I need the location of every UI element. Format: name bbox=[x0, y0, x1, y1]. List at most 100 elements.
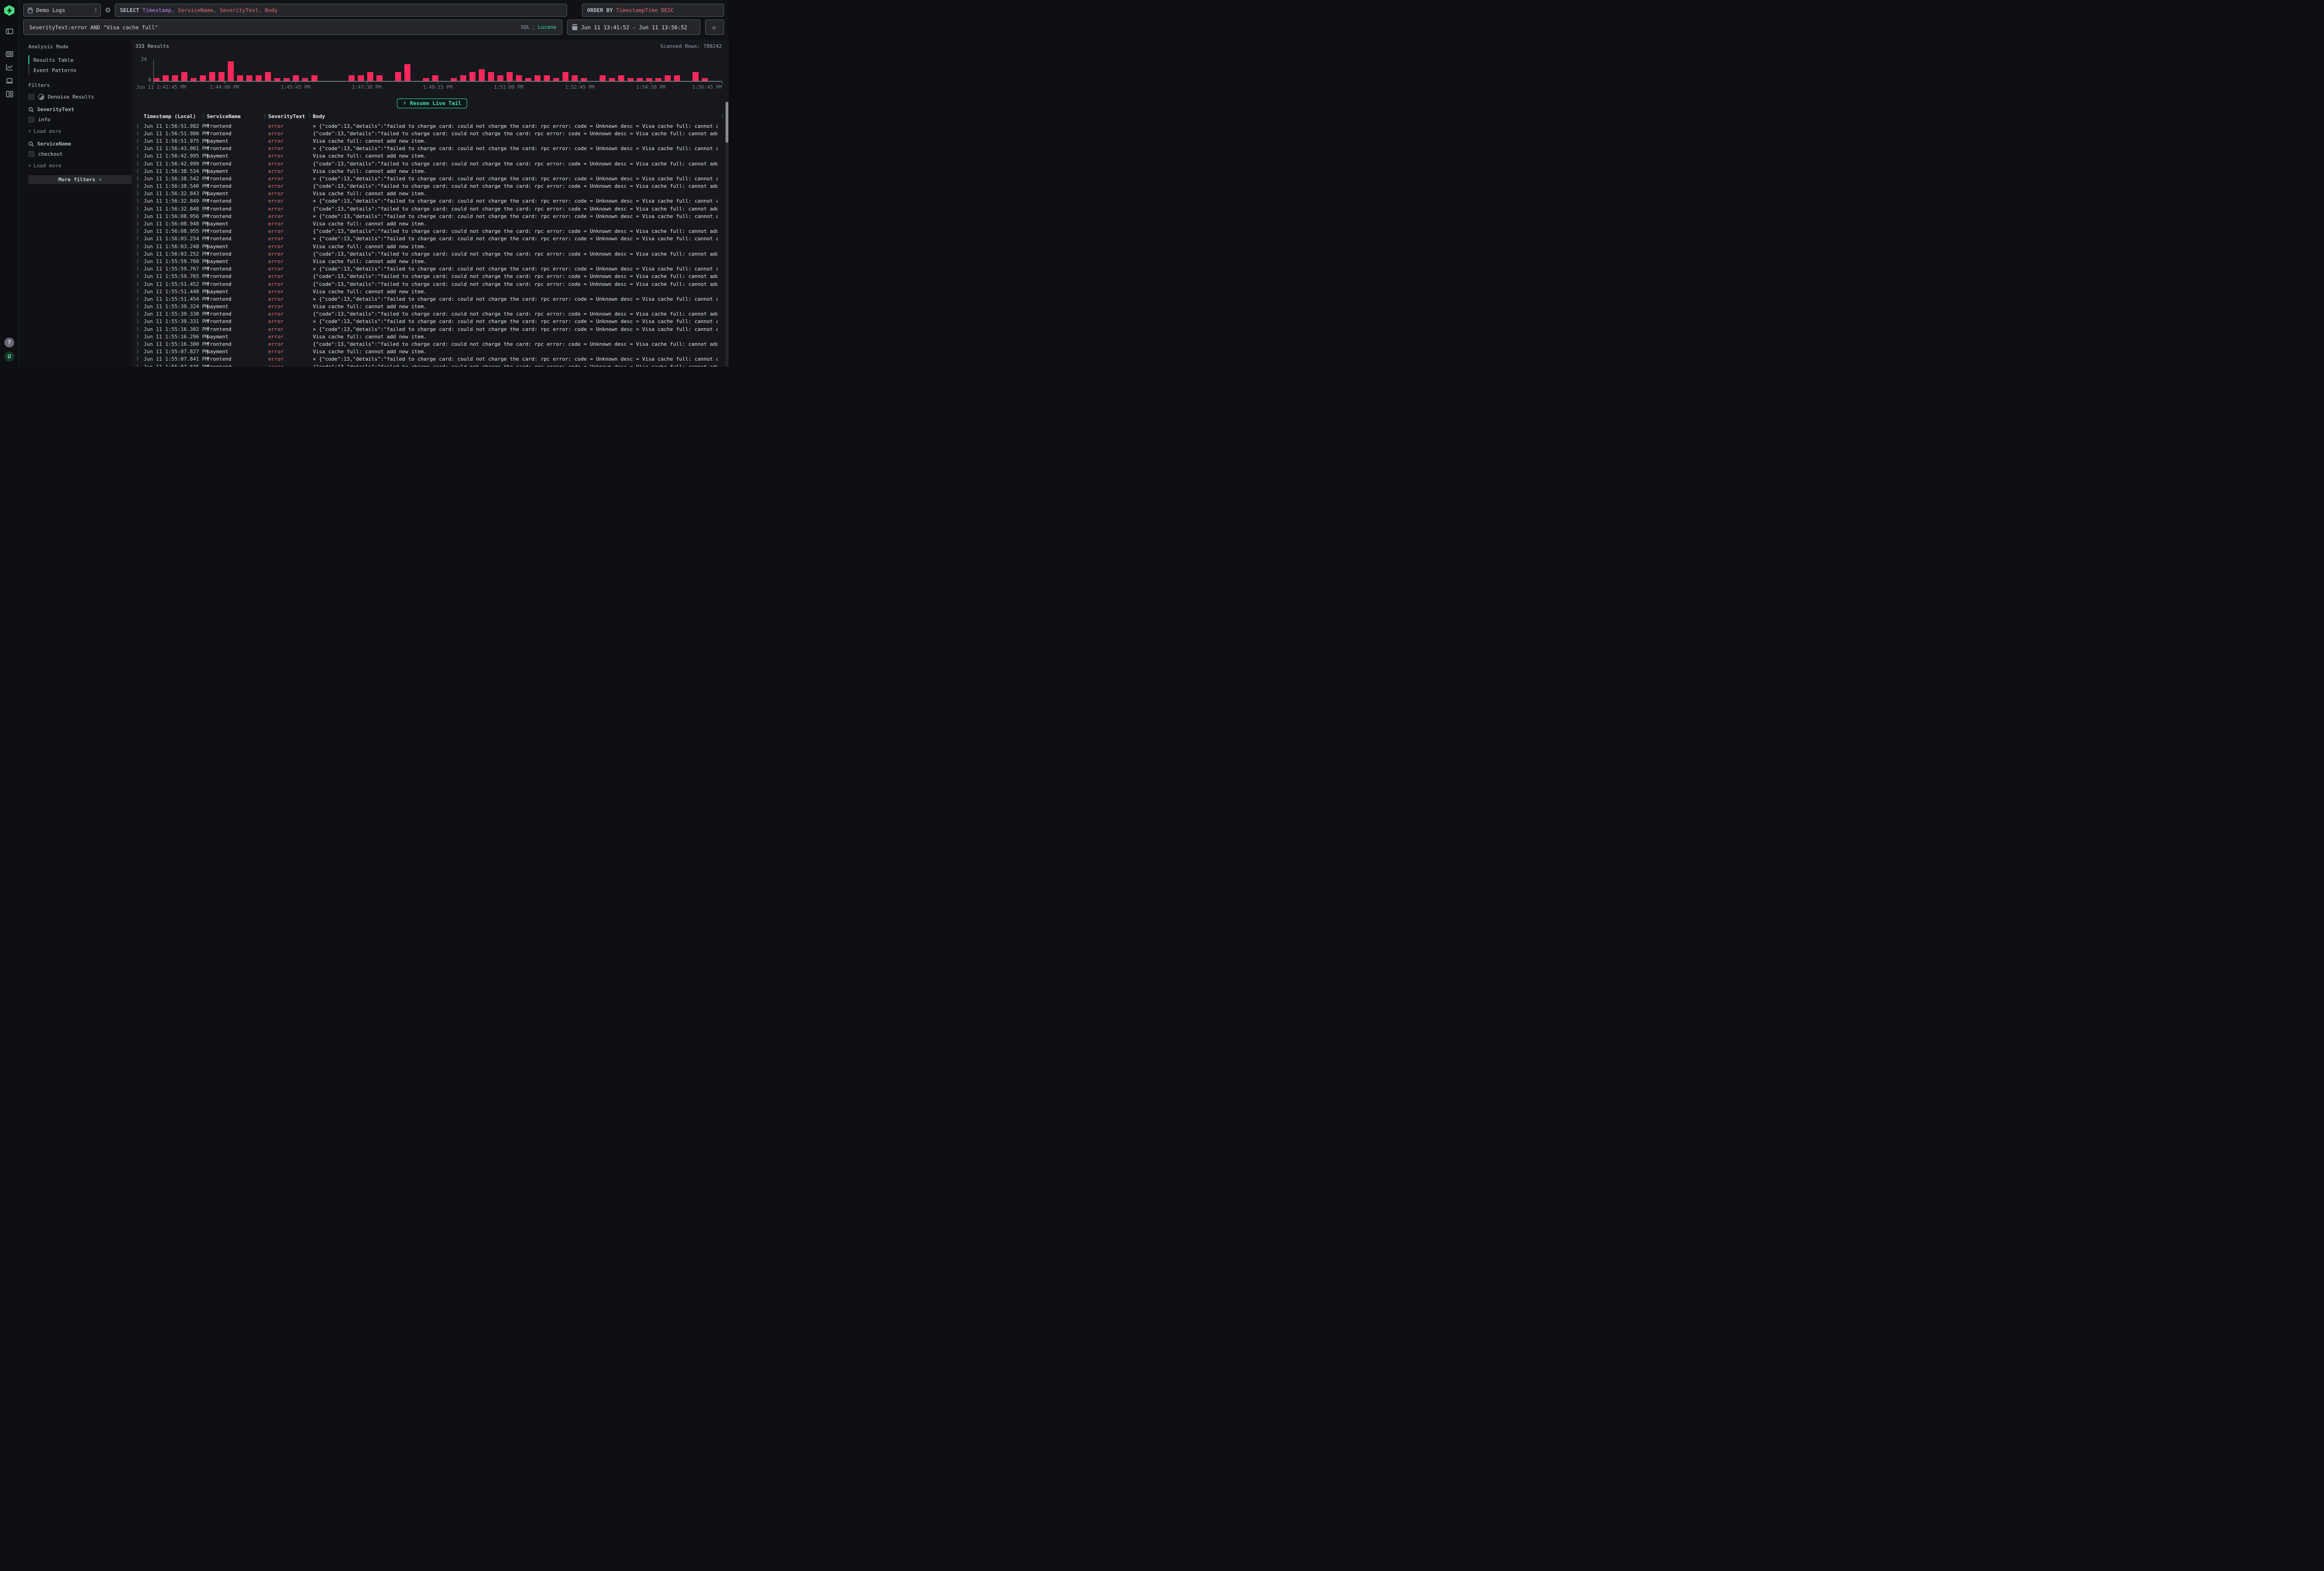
more-filters-button[interactable]: More filters ∨ bbox=[28, 175, 132, 184]
table-row[interactable]: ⟩Jun 11 1:56:32.849 PMfrontenderror× {"c… bbox=[135, 198, 729, 205]
table-row[interactable]: ⟩Jun 11 1:56:08.955 PMfrontenderror{"cod… bbox=[135, 228, 729, 235]
table-row[interactable]: ⟩Jun 11 1:56:42.999 PMfrontenderror{"cod… bbox=[135, 160, 729, 167]
row-expand-chevron-icon[interactable]: ⟩ bbox=[135, 311, 144, 317]
table-row[interactable]: ⟩Jun 11 1:56:38.542 PMfrontenderror× {"c… bbox=[135, 175, 729, 182]
row-expand-chevron-icon[interactable]: ⟩ bbox=[135, 259, 144, 264]
row-expand-chevron-icon[interactable]: ⟩ bbox=[135, 327, 144, 332]
filter-value-info[interactable]: info bbox=[28, 117, 125, 123]
row-expand-chevron-icon[interactable]: ⟩ bbox=[135, 124, 144, 129]
analysis-mode-results-table[interactable]: Results Table bbox=[28, 55, 125, 65]
column-header-body[interactable]: ⋮Body bbox=[313, 113, 718, 119]
filter-group-severitytext[interactable]: SeverityText bbox=[28, 106, 125, 112]
row-expand-chevron-icon[interactable]: ⟩ bbox=[135, 282, 144, 287]
table-row[interactable]: ⟩Jun 11 1:55:51.452 PMfrontenderror{"cod… bbox=[135, 280, 729, 288]
row-expand-chevron-icon[interactable]: ⟩ bbox=[135, 244, 144, 249]
table-row[interactable]: ⟩Jun 11 1:55:07.827 PMpaymenterrorVisa c… bbox=[135, 348, 729, 356]
load-more-button[interactable]: ∨Load more bbox=[28, 128, 125, 134]
data-source-select[interactable]: Demo Logs ∧∨ bbox=[23, 4, 101, 17]
row-expand-chevron-icon[interactable]: ⟩ bbox=[135, 342, 144, 347]
table-row[interactable]: ⟩Jun 11 1:56:38.540 PMfrontenderror{"cod… bbox=[135, 183, 729, 190]
table-row[interactable]: ⟩Jun 11 1:56:51.980 PMfrontenderror{"cod… bbox=[135, 130, 729, 137]
row-expand-chevron-icon[interactable]: ⟩ bbox=[135, 274, 144, 279]
sidebar-panel-icon[interactable] bbox=[5, 27, 13, 35]
run-query-button[interactable]: ▷ bbox=[705, 20, 724, 35]
row-expand-chevron-icon[interactable]: ⟩ bbox=[135, 236, 144, 241]
table-row[interactable]: ⟩Jun 11 1:55:59.765 PMfrontenderror{"cod… bbox=[135, 273, 729, 280]
table-row[interactable]: ⟩Jun 11 1:55:07.841 PMfrontenderror× {"c… bbox=[135, 356, 729, 363]
row-expand-chevron-icon[interactable]: ⟩ bbox=[135, 176, 144, 181]
row-expand-chevron-icon[interactable]: ⟩ bbox=[135, 334, 144, 339]
row-expand-chevron-icon[interactable]: ⟩ bbox=[135, 349, 144, 354]
help-button[interactable]: ? bbox=[4, 337, 14, 348]
row-expand-chevron-icon[interactable]: ⟩ bbox=[135, 169, 144, 174]
row-expand-chevron-icon[interactable]: ⟩ bbox=[135, 146, 144, 151]
table-row[interactable]: ⟩Jun 11 1:56:03.254 PMfrontenderror× {"c… bbox=[135, 235, 729, 243]
table-row[interactable]: ⟩Jun 11 1:56:43.001 PMfrontenderror× {"c… bbox=[135, 145, 729, 152]
table-row[interactable]: ⟩Jun 11 1:55:39.324 PMpaymenterrorVisa c… bbox=[135, 303, 729, 310]
table-row[interactable]: ⟩Jun 11 1:55:59.767 PMfrontenderror× {"c… bbox=[135, 265, 729, 273]
table-row[interactable]: ⟩Jun 11 1:55:16.296 PMpaymenterrorVisa c… bbox=[135, 333, 729, 340]
settings-gear-icon[interactable]: ⚙ bbox=[101, 6, 115, 14]
table-row[interactable]: ⟩Jun 11 1:56:08.948 PMpaymenterrorVisa c… bbox=[135, 220, 729, 227]
row-expand-chevron-icon[interactable]: ⟩ bbox=[135, 289, 144, 294]
row-expand-chevron-icon[interactable]: ⟩ bbox=[135, 214, 144, 219]
table-row[interactable]: ⟩Jun 11 1:56:51.982 PMfrontenderror× {"c… bbox=[135, 122, 729, 130]
scrollbar-thumb[interactable] bbox=[726, 102, 728, 143]
user-avatar[interactable]: U bbox=[4, 351, 14, 362]
dashboard-grid-icon[interactable] bbox=[5, 90, 13, 98]
search-input[interactable]: SeverityText:error AND "Visa cache full"… bbox=[23, 20, 562, 35]
filter-value-checkout[interactable]: checkout bbox=[28, 151, 125, 157]
row-expand-chevron-icon[interactable]: ⟩ bbox=[135, 356, 144, 362]
row-expand-chevron-icon[interactable]: ⟩ bbox=[135, 229, 144, 234]
order-by-field[interactable]: ORDER BY TimestampTime DESC bbox=[582, 4, 724, 17]
select-query-field[interactable]: SELECT Timestamp, ServiceName, SeverityT… bbox=[115, 4, 567, 17]
table-row[interactable]: ⟩Jun 11 1:55:59.760 PMpaymenterrorVisa c… bbox=[135, 257, 729, 265]
row-expand-chevron-icon[interactable]: ⟩ bbox=[135, 153, 144, 158]
resume-live-tail-button[interactable]: ⚡ Resume Live Tail bbox=[397, 99, 467, 108]
filter-group-servicename[interactable]: ServiceName bbox=[28, 141, 125, 147]
row-expand-chevron-icon[interactable]: ⟩ bbox=[135, 221, 144, 226]
column-header-servicename[interactable]: ⋮ServiceName bbox=[207, 113, 268, 119]
table-row[interactable]: ⟩Jun 11 1:55:39.330 PMfrontenderror{"cod… bbox=[135, 310, 729, 318]
analysis-mode-event-patterns[interactable]: Event Patterns bbox=[28, 66, 125, 75]
laptop-icon[interactable] bbox=[5, 76, 13, 85]
denoise-results-row[interactable]: Denoise Results bbox=[28, 94, 125, 100]
table-row[interactable]: ⟩Jun 11 1:56:42.995 PMpaymenterrorVisa c… bbox=[135, 152, 729, 160]
table-row[interactable]: ⟩Jun 11 1:55:07.835 PMfrontenderror{"cod… bbox=[135, 363, 729, 367]
filter-checkbox[interactable] bbox=[28, 151, 34, 157]
table-row[interactable]: ⟩Jun 11 1:56:51.975 PMpaymenterrorVisa c… bbox=[135, 137, 729, 145]
row-expand-chevron-icon[interactable]: ⟩ bbox=[135, 206, 144, 211]
row-expand-chevron-icon[interactable]: ⟩ bbox=[135, 251, 144, 257]
logs-notebook-icon[interactable] bbox=[5, 50, 13, 58]
denoise-checkbox[interactable] bbox=[28, 94, 34, 100]
row-expand-chevron-icon[interactable]: ⟩ bbox=[135, 198, 144, 204]
mode-sql-toggle[interactable]: SQL bbox=[521, 24, 530, 30]
row-expand-chevron-icon[interactable]: ⟩ bbox=[135, 131, 144, 136]
time-range-picker[interactable]: Jun 11 13:41:52 - Jun 11 13:56:52 bbox=[567, 20, 700, 35]
table-row[interactable]: ⟩Jun 11 1:56:32.843 PMpaymenterrorVisa c… bbox=[135, 190, 729, 198]
table-row[interactable]: ⟩Jun 11 1:55:51.454 PMfrontenderror× {"c… bbox=[135, 295, 729, 303]
column-header-timestamp[interactable]: Timestamp (Local) bbox=[144, 113, 207, 119]
filter-checkbox[interactable] bbox=[28, 117, 34, 123]
row-expand-chevron-icon[interactable]: ⟩ bbox=[135, 191, 144, 196]
row-expand-chevron-icon[interactable]: ⟩ bbox=[135, 139, 144, 144]
row-expand-chevron-icon[interactable]: ⟩ bbox=[135, 266, 144, 271]
row-expand-chevron-icon[interactable]: ⟩ bbox=[135, 304, 144, 309]
row-expand-chevron-icon[interactable]: ⟩ bbox=[135, 319, 144, 324]
row-expand-chevron-icon[interactable]: ⟩ bbox=[135, 297, 144, 302]
row-expand-chevron-icon[interactable]: ⟩ bbox=[135, 184, 144, 189]
table-row[interactable]: ⟩Jun 11 1:56:32.848 PMfrontenderror{"cod… bbox=[135, 205, 729, 212]
column-header-severitytext[interactable]: ⋮SeverityText bbox=[268, 113, 313, 119]
table-row[interactable]: ⟩Jun 11 1:55:16.302 PMfrontenderror× {"c… bbox=[135, 325, 729, 333]
table-row[interactable]: ⟩Jun 11 1:55:39.331 PMfrontenderror× {"c… bbox=[135, 318, 729, 325]
table-row[interactable]: ⟩Jun 11 1:56:03.248 PMpaymenterrorVisa c… bbox=[135, 243, 729, 250]
app-logo[interactable] bbox=[4, 5, 14, 16]
table-row[interactable]: ⟩Jun 11 1:56:38.534 PMpaymenterrorVisa c… bbox=[135, 167, 729, 175]
table-row[interactable]: ⟩Jun 11 1:56:03.252 PMfrontenderror{"cod… bbox=[135, 250, 729, 257]
table-row[interactable]: ⟩Jun 11 1:56:08.956 PMfrontenderror× {"c… bbox=[135, 212, 729, 220]
table-row[interactable]: ⟩Jun 11 1:55:16.300 PMfrontenderror{"cod… bbox=[135, 340, 729, 348]
metrics-chart-icon[interactable] bbox=[5, 63, 13, 71]
table-row[interactable]: ⟩Jun 11 1:55:51.448 PMpaymenterrorVisa c… bbox=[135, 288, 729, 295]
mode-lucene-toggle[interactable]: Lucene bbox=[538, 24, 556, 30]
row-expand-chevron-icon[interactable]: ⟩ bbox=[135, 364, 144, 367]
